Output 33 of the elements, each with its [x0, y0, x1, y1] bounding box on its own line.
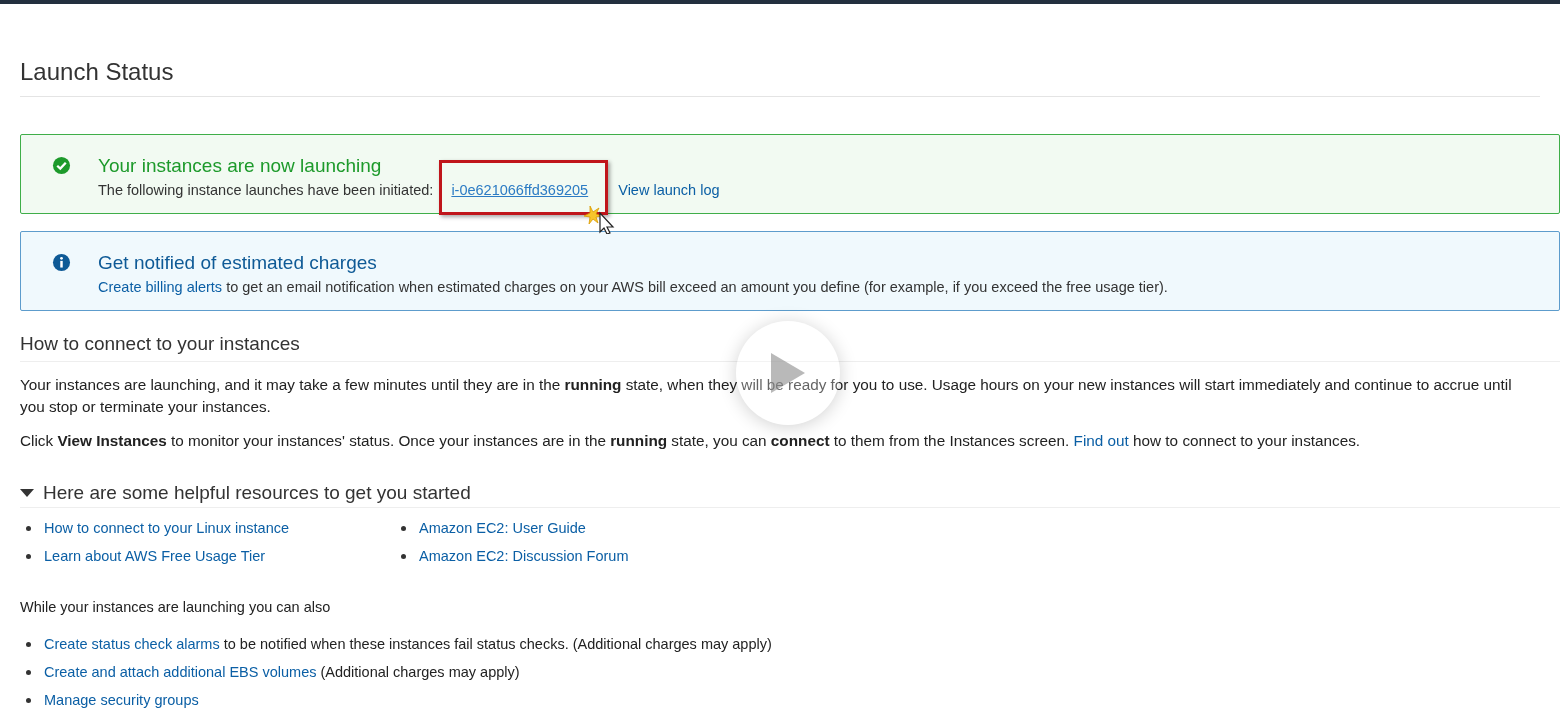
link[interactable]: Learn about AWS Free Usage Tier: [44, 548, 266, 564]
link[interactable]: Amazon EC2: User Guide: [419, 520, 586, 536]
link[interactable]: Create billing alerts: [98, 279, 223, 295]
link[interactable]: Create status check alarms: [44, 636, 220, 652]
bullet-icon: [26, 525, 31, 531]
section-heading: Here are some helpful resources to get you started: [43, 482, 471, 504]
bullet-icon: [401, 553, 406, 559]
check-circle-icon: [52, 156, 71, 175]
alert-title: Get notified of estimated charges: [98, 252, 378, 274]
info-icon: [52, 253, 71, 272]
bullet-icon: [26, 669, 31, 675]
link[interactable]: Create and attach additional EBS volumes: [44, 664, 317, 680]
section-heading: How to connect to your instances: [20, 333, 1560, 362]
paragraph: Your instances are launching, and it may take a few minutes until they are in the running state, when they will be ready for you to use. Usage hours on your new instances will start immediately and continue to accrue until you stop or terminate your instances.: [20, 375, 1513, 417]
paragraph: While your instances are launching you can also: [20, 598, 332, 617]
bullet-icon: [26, 697, 31, 703]
page-title: Launch Status: [20, 4, 1540, 97]
bullet-icon: [401, 525, 406, 531]
bullet-icon: [26, 553, 31, 559]
link[interactable]: Amazon EC2: Discussion Forum: [419, 548, 629, 564]
caret-icon[interactable]: [20, 488, 34, 498]
alert-message: The following instance launches have been initiated: i-0e621066ffd369205 View launch log: [98, 182, 720, 198]
link[interactable]: How to connect to your Linux instance: [44, 520, 290, 536]
alert-message: Create billing alerts to get an email notification when estimated charges on your AWS bill exceed an amount you define (for example, if you exceed the free usage tier).: [98, 279, 1168, 295]
bullet-icon: [26, 641, 31, 647]
list-item-text: Create status check alarms to be notified when these instances fail status checks. (Additional charges may apply): [44, 636, 772, 652]
alert-title: Your instances are now launching: [98, 155, 383, 177]
link[interactable]: i-0e621066ffd369205: [451, 182, 589, 198]
paragraph: Click View Instances to monitor your instances' status. Once your instances are in the running state, you can connect to them from the Instances screen. Find out how to connect to your instances.: [20, 431, 1362, 451]
link[interactable]: Manage security groups: [44, 692, 199, 708]
link[interactable]: View launch log: [618, 182, 720, 198]
list-item-text: Create and attach additional EBS volumes (Additional charges may apply): [44, 664, 520, 680]
link[interactable]: Find out: [1073, 432, 1129, 449]
